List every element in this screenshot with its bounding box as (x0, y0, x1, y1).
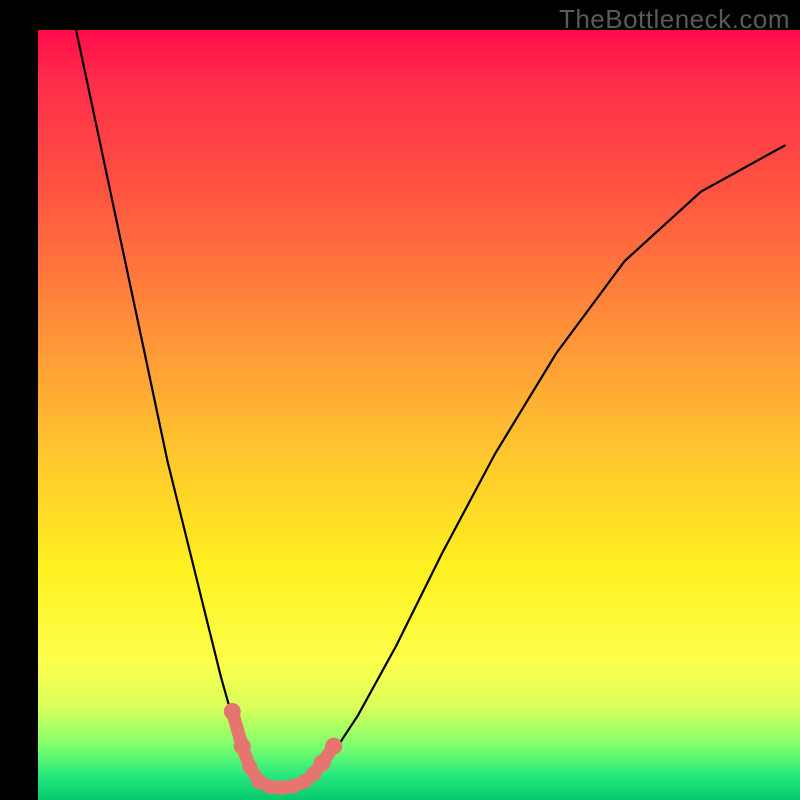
chart-container: TheBottleneck.com (0, 0, 800, 800)
curve-layer (38, 30, 800, 800)
plot-area (38, 30, 800, 800)
marker-group (224, 703, 342, 795)
curve-marker (314, 755, 331, 772)
curve-marker (224, 703, 241, 720)
curve-marker (234, 738, 251, 755)
curve-marker (325, 738, 342, 755)
watermark-text: TheBottleneck.com (559, 4, 790, 35)
bottleneck-curve (76, 30, 785, 788)
curve-marker (242, 759, 257, 774)
